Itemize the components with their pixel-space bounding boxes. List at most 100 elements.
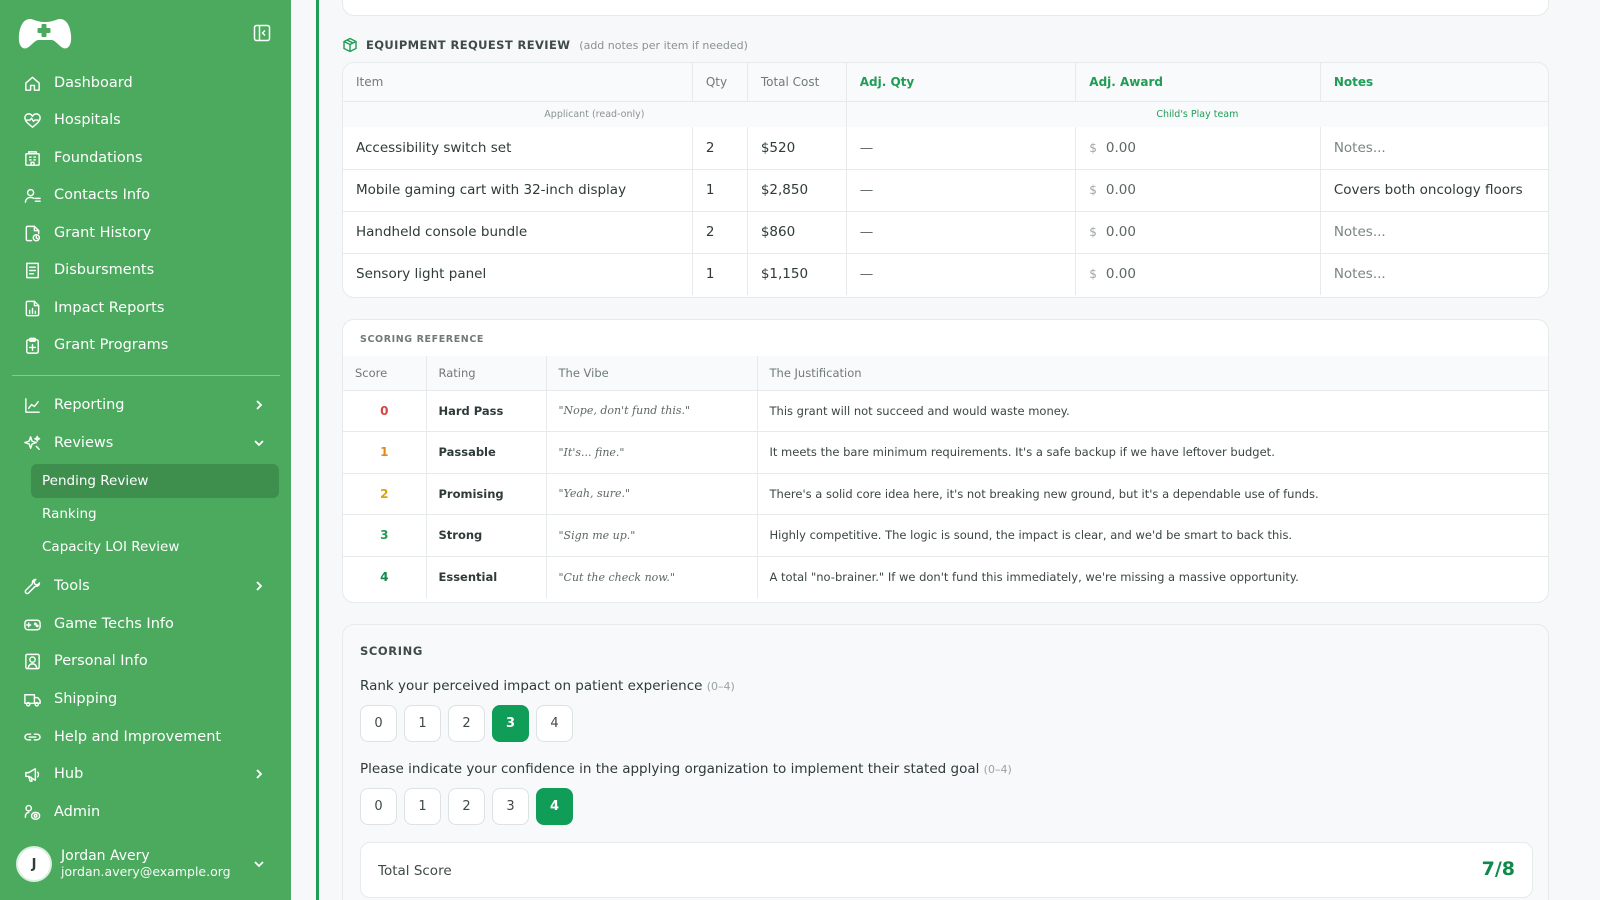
megaphone-icon: [22, 764, 42, 784]
avatar: J: [16, 846, 52, 882]
q1-option-1[interactable]: 1: [404, 705, 441, 742]
notes-input[interactable]: Notes...: [1320, 253, 1548, 295]
item-total-cost: $520: [747, 127, 847, 170]
sidebar-item-label: Reporting: [54, 397, 125, 413]
item-total-cost: $1,150: [747, 253, 847, 295]
total-score-box: Total Score 7/8: [360, 842, 1533, 898]
sidebar-item-grant-history[interactable]: Grant History: [12, 215, 280, 251]
item-qty: 2: [692, 211, 748, 254]
score-rating: Strong: [426, 514, 547, 557]
adj-award-input[interactable]: $0.00: [1075, 211, 1321, 254]
sidebar-item-label: Shipping: [54, 691, 118, 707]
q1-option-3[interactable]: 3: [492, 705, 529, 742]
sidebar-item-hub[interactable]: Hub: [12, 756, 280, 792]
adj-award-value: 0.00: [1105, 182, 1136, 198]
gamepad-logo-icon[interactable]: [18, 15, 72, 51]
item-qty: 1: [692, 253, 748, 295]
sidebar: Dashboard Hospitals Foundations Contacts In…: [0, 0, 291, 900]
sidebar-item-help-and-improvement[interactable]: Help and Improvement: [12, 719, 280, 755]
scoring-title: SCORING: [360, 644, 423, 658]
item-name: Mobile gaming cart with 32-inch display: [343, 169, 693, 212]
sidebar-item-admin[interactable]: Admin: [12, 794, 280, 830]
q1-option-2[interactable]: 2: [448, 705, 485, 742]
sidebar-subitem-pending-review[interactable]: Pending Review: [31, 464, 279, 498]
q2-option-0[interactable]: 0: [360, 788, 397, 825]
score-justification: This grant will not succeed and would wa…: [757, 390, 1548, 432]
sidebar-item-personal-info[interactable]: Personal Info: [12, 643, 280, 679]
sidebar-item-label: Personal Info: [54, 653, 148, 669]
adj-qty-input[interactable]: —: [846, 253, 1077, 295]
sidebar-subitem-capacity-loi-review[interactable]: Capacity LOI Review: [31, 530, 279, 564]
item-total-cost: $2,850: [747, 169, 847, 212]
sidebar-item-label: Disbursments: [54, 262, 155, 278]
equipment-hint: (add notes per item if needed): [579, 38, 748, 52]
col-justification: The Justification: [757, 356, 1548, 391]
adj-award-input[interactable]: $0.00: [1075, 253, 1321, 295]
building-icon: [22, 148, 42, 168]
question-confidence-range: (0–4): [983, 763, 1012, 776]
col-vibe: The Vibe: [546, 356, 758, 391]
equipment-section-title: EQUIPMENT REQUEST REVIEW (add notes per …: [342, 37, 748, 53]
sidebar-item-reviews[interactable]: Reviews: [12, 425, 280, 461]
adj-award-value: 0.00: [1105, 139, 1136, 156]
table-row: 3 Strong "Sign me up." Highly competitive. …: [343, 514, 1548, 557]
sidebar-item-reporting[interactable]: Reporting: [12, 387, 280, 423]
score-justification: Highly competitive. The logic is sound, …: [757, 514, 1548, 557]
sidebar-item-disbursments[interactable]: Disbursments: [12, 252, 280, 288]
notes-input[interactable]: Covers both oncology floors: [1320, 169, 1548, 212]
group-applicant: Applicant (read-only): [343, 101, 847, 127]
user-menu[interactable]: J Jordan Avery jordan.avery@example.org: [16, 844, 278, 884]
receipt-icon: [22, 260, 42, 280]
adj-award-input[interactable]: $0.00: [1075, 127, 1321, 170]
notes-input[interactable]: Notes...: [1320, 127, 1548, 170]
sidebar-item-tools[interactable]: Tools: [12, 568, 280, 604]
sidebar-item-label: Hospitals: [54, 112, 121, 128]
contacts-icon: [22, 185, 42, 205]
q2-option-3[interactable]: 3: [492, 788, 529, 825]
sidebar-item-game-techs-info[interactable]: Game Techs Info: [12, 606, 280, 642]
adj-qty-input[interactable]: —: [846, 127, 1077, 170]
total-score-value: 7/8: [1481, 858, 1515, 880]
question-impact-label: Rank your perceived impact on patient ex…: [360, 678, 735, 694]
col-notes: Notes: [1320, 63, 1548, 102]
currency-symbol: $: [1089, 225, 1097, 239]
notes-input[interactable]: Notes...: [1320, 211, 1548, 254]
score-value: 0: [343, 390, 427, 432]
scoring-reference-title: SCORING REFERENCE: [360, 334, 484, 345]
sidebar-item-foundations[interactable]: Foundations: [12, 140, 280, 176]
q2-option-4[interactable]: 4: [536, 788, 573, 825]
sparkles-icon: [22, 433, 42, 453]
sidebar-item-dashboard[interactable]: Dashboard: [12, 65, 280, 101]
score-value: 4: [343, 556, 427, 598]
sidebar-item-impact-reports[interactable]: Impact Reports: [12, 290, 280, 326]
q1-option-4[interactable]: 4: [536, 705, 573, 742]
sidebar-item-hospitals[interactable]: Hospitals: [12, 102, 280, 138]
q1-option-0[interactable]: 0: [360, 705, 397, 742]
total-score-label: Total Score: [378, 863, 452, 879]
score-value: 2: [343, 473, 427, 515]
question-impact-text: Rank your perceived impact on patient ex…: [360, 678, 703, 694]
sidebar-item-contacts-info[interactable]: Contacts Info: [12, 177, 280, 213]
currency-symbol: $: [1089, 140, 1097, 155]
score-rating: Essential: [426, 556, 547, 598]
q2-option-1[interactable]: 1: [404, 788, 441, 825]
package-icon: [343, 37, 357, 53]
chevron-right-icon: [252, 579, 266, 593]
scoring-card: SCORING Rank your perceived impact on pa…: [342, 624, 1549, 900]
sidebar-item-shipping[interactable]: Shipping: [12, 681, 280, 717]
file-chart-icon: [22, 298, 42, 318]
admin-icon: [22, 802, 42, 822]
sidebar-subitem-ranking[interactable]: Ranking: [31, 497, 279, 531]
equipment-title: EQUIPMENT REQUEST REVIEW: [366, 38, 571, 52]
sidebar-item-grant-programs[interactable]: Grant Programs: [12, 327, 280, 363]
score-justification: There's a solid core idea here, it's not…: [757, 473, 1548, 515]
score-vibe: "It's... fine.": [546, 431, 758, 474]
chevron-down-icon: [252, 436, 266, 450]
score-value: 3: [343, 514, 427, 557]
q2-option-2[interactable]: 2: [448, 788, 485, 825]
adj-qty-input[interactable]: —: [846, 211, 1077, 254]
adj-qty-input[interactable]: —: [846, 169, 1077, 212]
sidebar-collapse-icon[interactable]: [253, 24, 271, 42]
chevron-down-icon: [254, 861, 264, 868]
adj-award-input[interactable]: $0.00: [1075, 169, 1321, 212]
